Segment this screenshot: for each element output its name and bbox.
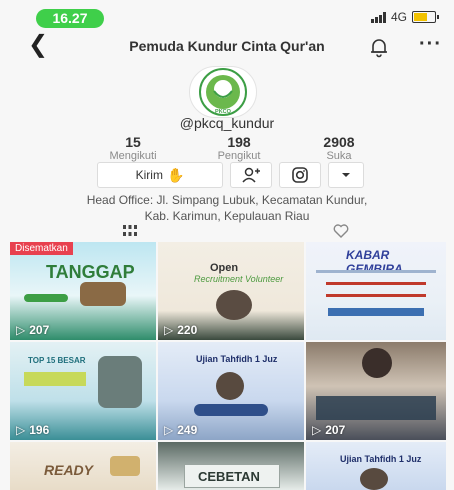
nav-bar: ❮ Pemuda Kundur Cinta Qur'an ··· [0,30,454,62]
page-title: Pemuda Kundur Cinta Qur'an [129,38,325,54]
video-thumbnail[interactable]: READY [10,442,156,490]
video-subtitle: Recruitment Volunteer [194,274,284,284]
instagram-button[interactable] [279,162,321,188]
view-count: ▷ 207 [312,423,346,437]
network-label: 4G [390,10,407,24]
signal-icon [370,11,386,23]
video-thumbnail[interactable]: Ujian Tahfidh 1 Juz [306,442,446,490]
bell-icon[interactable] [368,36,392,58]
stat-following-value: 15 [125,134,141,150]
battery-icon [412,11,439,23]
stat-following[interactable]: 15 Mengikuti [88,134,178,162]
username: @pkcq_kundur [179,115,275,131]
status-icons: 4G [370,10,439,24]
profile-bio: Head Office: Jl. Simpang Lubuk, Kecamata… [40,192,414,224]
add-friend-button[interactable] [230,162,272,188]
caret-down-icon [342,173,350,177]
tab-liked[interactable] [333,224,349,243]
stat-likes-value: 2908 [323,134,355,150]
view-count: ▷ 207 [16,323,50,337]
profile-tabs [0,222,454,242]
view-count: ▷ 196 [16,423,50,437]
status-bar: 16.27 4G [0,0,454,28]
video-title: Ujian Tahfidh 1 Juz [340,454,422,464]
instagram-icon [292,167,308,183]
status-time: 16.27 [36,9,104,28]
video-title: CEBETAN [198,469,260,484]
video-title: Open [210,262,239,274]
video-thumbnail[interactable]: Open Recruitment Volunteer ▷ 220 [158,242,304,340]
view-count: ▷ 220 [164,323,198,337]
grid-icon [123,225,137,236]
wave-icon: ✋ [166,166,185,183]
avatar[interactable]: PKCQ [189,66,257,118]
stat-followers-label: Pengikut [217,150,261,162]
video-title: READY [44,462,94,478]
more-dropdown-button[interactable] [328,162,364,188]
play-icon: ▷ [312,423,322,437]
play-icon: ▷ [16,423,26,437]
stat-likes-label: Suka [326,150,352,162]
stat-following-label: Mengikuti [109,150,157,162]
action-row: Kirim ✋ [0,162,454,188]
more-options-icon[interactable]: ··· [419,32,442,56]
video-grid: Disematkan TANGGAP ▷ 207 Open Recruitment… [10,242,446,490]
heart-icon [333,224,349,238]
video-title: Ujian Tahfidh 1 Juz [196,354,278,364]
video-title: TOP 15 BESAR [28,356,86,365]
play-icon: ▷ [164,323,174,337]
video-thumbnail[interactable]: ▷ 207 [306,342,446,440]
stat-followers-value: 198 [227,134,251,150]
add-friend-icon [242,167,260,183]
tab-videos[interactable] [123,224,137,242]
send-button[interactable]: Kirim ✋ [97,162,223,188]
stat-likes[interactable]: 2908 Suka [294,134,384,162]
stat-followers[interactable]: 198 Pengikut [194,134,284,162]
video-thumbnail[interactable]: KABAR GEMBIRA [306,242,446,340]
video-title: TANGGAP [46,262,135,282]
play-icon: ▷ [164,423,174,437]
play-icon: ▷ [16,323,26,337]
video-thumbnail[interactable]: Disematkan TANGGAP ▷ 207 [10,242,156,340]
bio-line-1: Head Office: Jl. Simpang Lubuk, Kecamata… [86,193,368,207]
send-button-label: Kirim [135,168,163,182]
view-count: ▷ 249 [164,423,198,437]
back-icon[interactable]: ❮ [28,32,48,58]
video-thumbnail[interactable]: Ujian Tahfidh 1 Juz ▷ 249 [158,342,304,440]
video-thumbnail[interactable]: CEBETAN [158,442,304,490]
pinned-badge: Disematkan [10,242,73,255]
video-thumbnail[interactable]: TOP 15 BESAR ▷ 196 [10,342,156,440]
